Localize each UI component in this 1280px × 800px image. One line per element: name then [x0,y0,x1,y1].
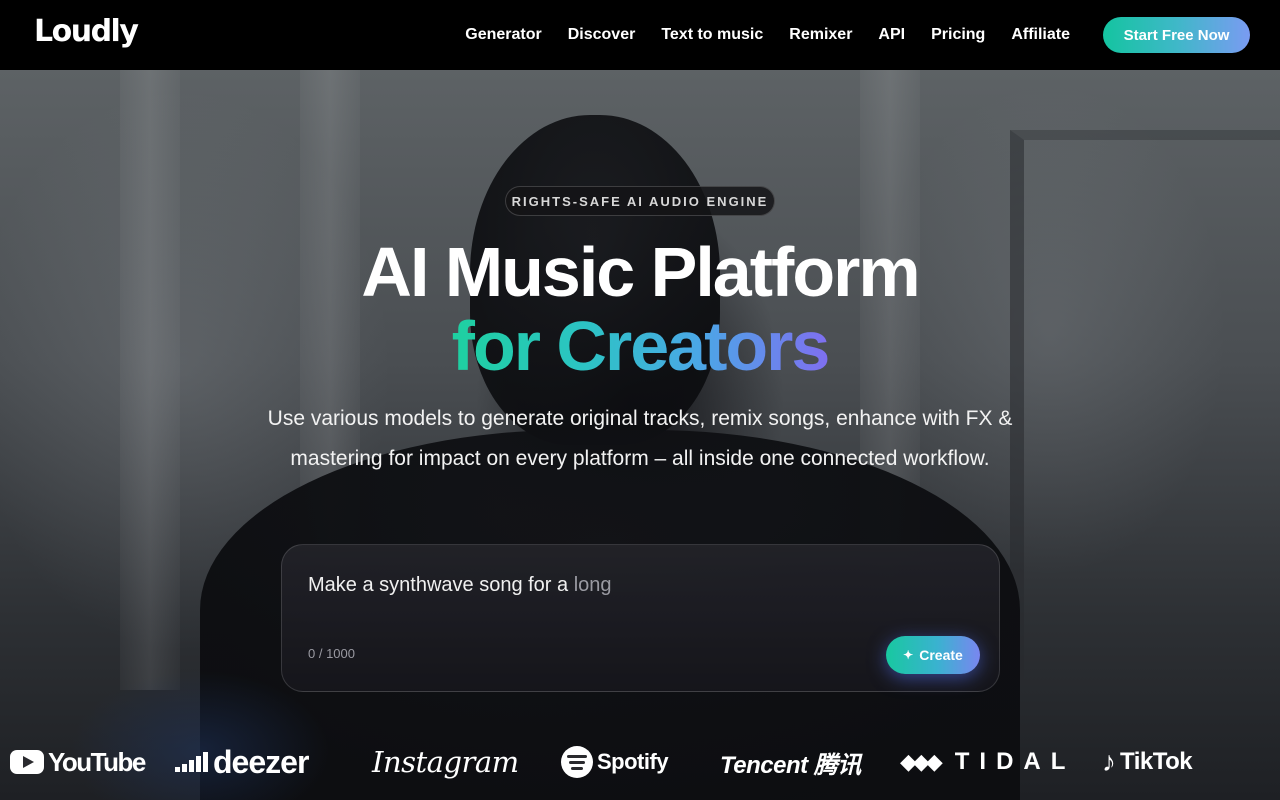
prompt-input-box[interactable]: Make a synthwave song for a long 0 / 100… [281,544,1000,692]
nav-link-discover[interactable]: Discover [568,26,636,44]
prompt-typing-text: long [573,574,612,596]
youtube-play-icon [10,750,44,774]
tiktok-wordmark: TikTok [1120,748,1193,775]
tiktok-note-icon: ♪ [1102,746,1116,777]
hero-title-gradient-text: for Creators [451,307,831,385]
prompt-textarea[interactable]: Make a synthwave song for a long [308,574,612,597]
hero-subtitle-line2: mastering for impact on every platform –… [290,447,990,470]
nav-link-text-to-music[interactable]: Text to music [661,26,763,44]
create-button[interactable]: ✦ Create [886,636,980,674]
deezer-equalizer-icon [175,752,208,772]
nav-link-affiliate[interactable]: Affiliate [1011,26,1070,44]
character-counter: 0 / 1000 [308,646,355,661]
hero-badge: RIGHTS-SAFE AI AUDIO ENGINE [505,186,775,216]
tencent-logo: Tencent 腾讯 [720,740,861,784]
prompt-typed-text: Make a synthwave song for a [308,574,569,596]
nav-link-api[interactable]: API [878,26,905,44]
deezer-wordmark: deezer [213,743,309,780]
create-button-label: Create [919,647,963,663]
hero-title-line2: for Creators [0,306,1280,386]
nav-link-remixer[interactable]: Remixer [789,26,852,44]
deezer-logo: deezer [175,740,309,784]
loudly-logo[interactable]: Loudly [34,14,139,49]
nav-link-pricing[interactable]: Pricing [931,26,985,44]
tidal-wordmark: TIDAL [954,748,1076,775]
tidal-diamond-icon: ◆◆◆ [900,749,943,774]
window-frame-decoration [1010,130,1280,690]
youtube-wordmark: YouTube [48,746,146,777]
tiktok-logo: ♪ TikTok [1102,740,1193,784]
spotify-wordmark: Spotify [597,749,669,774]
tencent-wordmark: Tencent 腾讯 [720,751,861,779]
sparkle-icon: ✦ [903,648,914,662]
hero-title-line1: AI Music Platform [361,233,920,311]
start-free-now-button[interactable]: Start Free Now [1103,17,1250,53]
spotify-logo: Spotify [561,740,669,784]
youtube-logo: YouTube [10,740,146,784]
instagram-logo: Instagram [372,740,519,784]
spotify-icon [561,746,593,778]
hero-subtitle-line1: Use various models to generate original … [267,407,1013,430]
nav-link-generator[interactable]: Generator [465,26,541,44]
hero-subtitle: Use various models to generate original … [240,399,1040,479]
nav-links: Generator Discover Text to music Remixer… [439,0,1070,70]
top-navbar: Loudly Generator Discover Text to music … [0,0,1280,70]
tidal-logo: ◆◆◆ TIDAL [900,740,1075,784]
instagram-wordmark: Instagram [372,745,519,779]
